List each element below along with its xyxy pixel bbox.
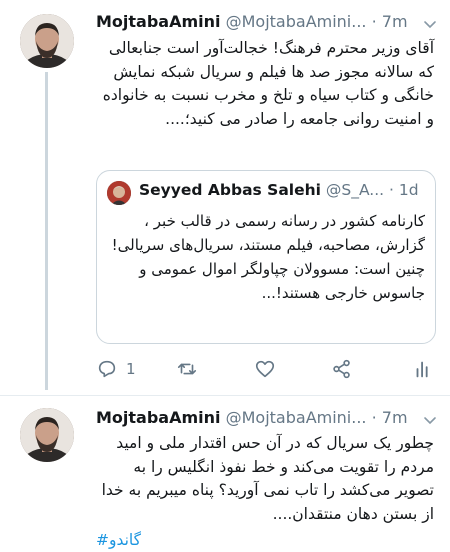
separator-dot: ·: [389, 181, 394, 199]
like-icon: [255, 360, 275, 378]
reply-icon: [98, 360, 116, 378]
share-icon: [333, 359, 350, 379]
author-handle[interactable]: @MojtabaAmini...: [226, 408, 367, 427]
tweet-header: MojtabaAmini @MojtabaAmini... · 7m: [96, 12, 408, 34]
avatar[interactable]: [20, 14, 74, 68]
timestamp[interactable]: 7m: [382, 12, 408, 31]
separator-dot: ·: [371, 12, 377, 31]
retweet-icon: [177, 363, 197, 375]
analytics-icon: [416, 361, 428, 378]
hashtag-link[interactable]: #گاندو: [96, 531, 141, 549]
quoted-author-handle: @S_A...: [325, 181, 385, 199]
tweet[interactable]: MojtabaAmini @MojtabaAmini... · 7m چطور …: [0, 395, 450, 552]
chevron-down-icon[interactable]: [422, 412, 438, 428]
tweet-text: چطور یک سریال که در آن حس اقتدار ملی و ا…: [101, 434, 434, 523]
author-handle[interactable]: @MojtabaAmini...: [226, 12, 367, 31]
chevron-down-icon[interactable]: [422, 16, 438, 32]
timestamp[interactable]: 7m: [382, 408, 408, 427]
author-name[interactable]: MojtabaAmini: [96, 408, 221, 427]
tweet-header: MojtabaAmini @MojtabaAmini... · 7m: [96, 408, 408, 430]
reply-button[interactable]: 1: [96, 357, 136, 381]
reply-count: 1: [126, 360, 136, 378]
like-button[interactable]: [254, 357, 276, 381]
share-button[interactable]: [331, 357, 353, 381]
tweet-text: آقای وزیر محترم فرهنگ! خجالت‌آور است جنا…: [102, 39, 434, 128]
thread-line: [45, 72, 48, 390]
quoted-header: Seyyed Abbas Salehi @S_A... · 1d: [139, 181, 419, 199]
author-name[interactable]: MojtabaAmini: [96, 12, 221, 31]
quoted-avatar: [107, 181, 131, 205]
quoted-text: کارنامه کشور در رسانه رسمی در قالب خبر ،…: [111, 212, 425, 302]
quoted-timestamp: 1d: [398, 181, 419, 199]
quoted-tweet[interactable]: Seyyed Abbas Salehi @S_A... · 1d کارنامه…: [96, 170, 436, 344]
tweet[interactable]: MojtabaAmini @MojtabaAmini... · 7m آقای …: [0, 0, 450, 395]
avatar[interactable]: [20, 408, 74, 462]
action-bar: 1: [96, 355, 436, 383]
retweet-button[interactable]: [176, 357, 198, 381]
analytics-button[interactable]: [412, 357, 434, 381]
separator-dot: ·: [371, 408, 377, 427]
quoted-author-name: Seyyed Abbas Salehi: [139, 181, 321, 199]
